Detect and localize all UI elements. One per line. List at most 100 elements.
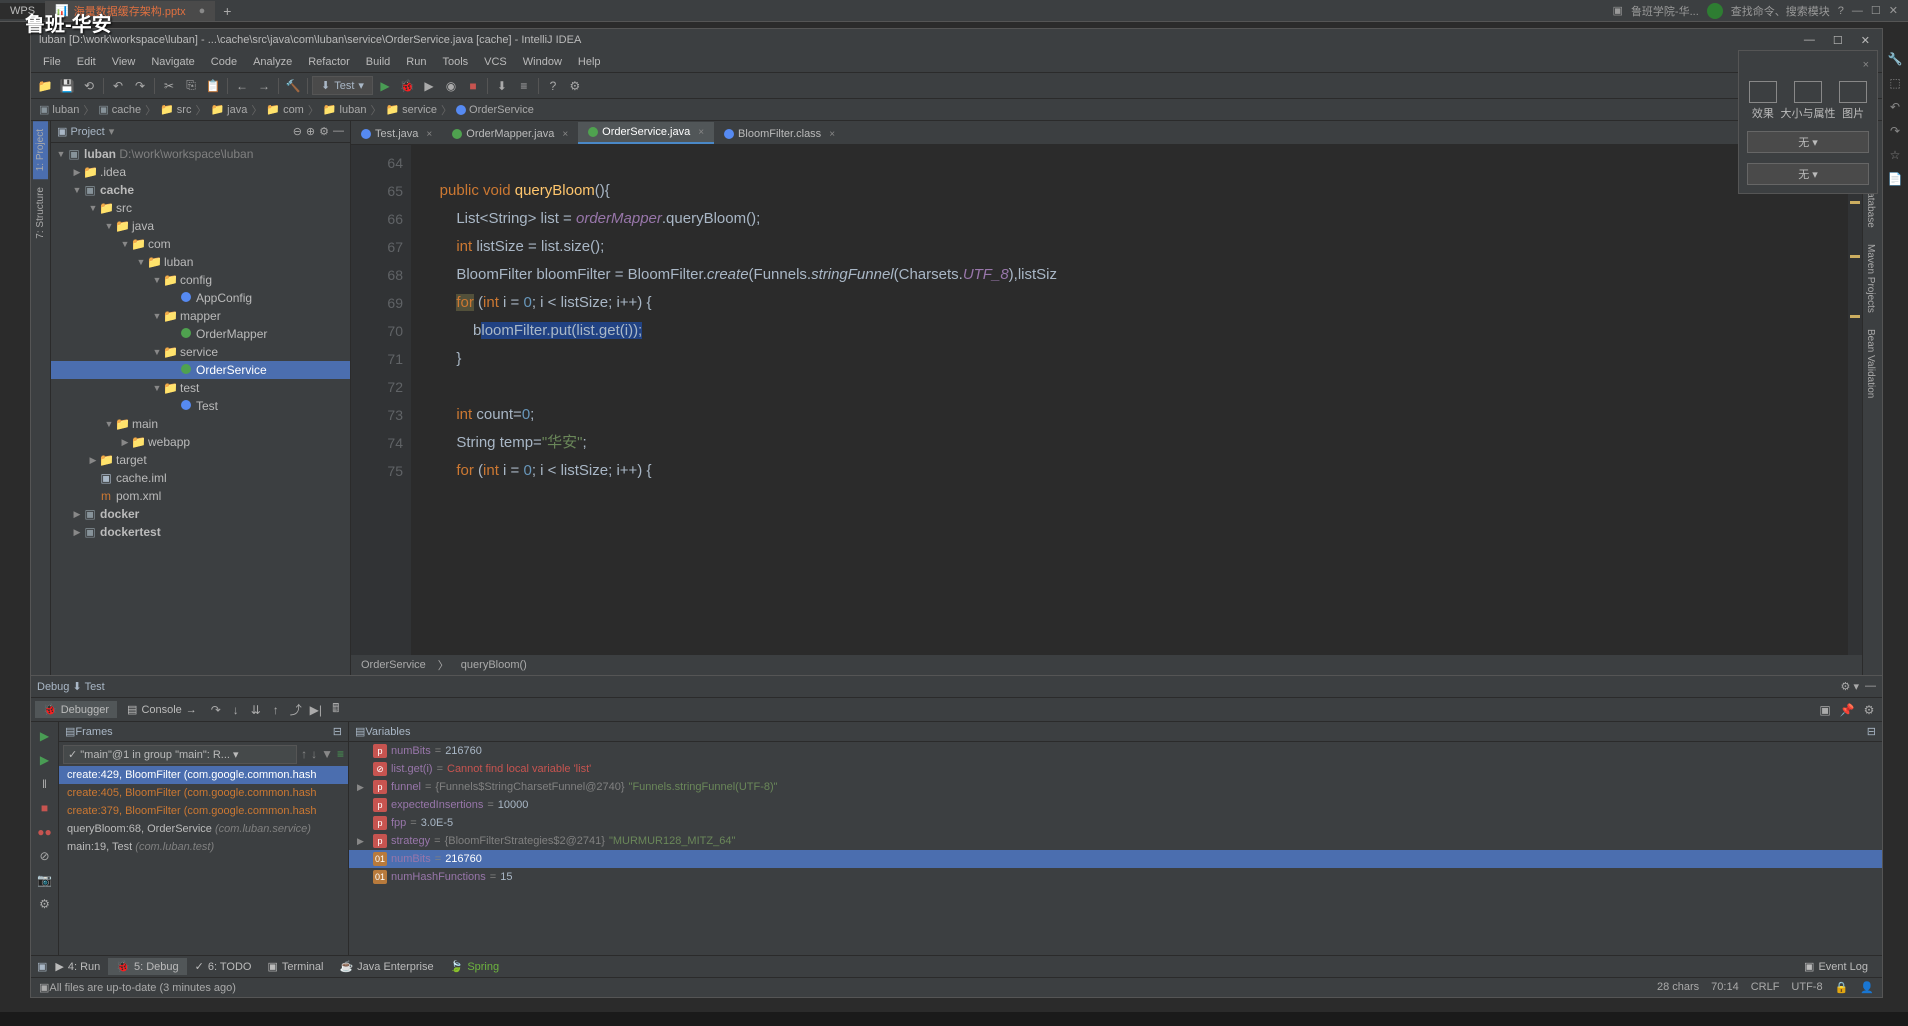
- help-icon[interactable]: ?: [1838, 5, 1844, 17]
- tree-appconfig[interactable]: AppConfig: [51, 289, 350, 307]
- var-item[interactable]: ⊘list.get(i) = Cannot find local variabl…: [349, 760, 1882, 778]
- pin-icon[interactable]: 📌: [1838, 701, 1856, 719]
- step-into-icon[interactable]: ↓: [227, 701, 245, 719]
- tool-icon[interactable]: 🔧: [1886, 50, 1904, 68]
- thread-selector[interactable]: ✓ "main"@1 in group "main": R... ▾: [63, 745, 297, 764]
- step-over-icon[interactable]: ↷: [207, 701, 225, 719]
- tree-java[interactable]: ▼📁java: [51, 217, 350, 235]
- minimize-icon[interactable]: —: [1852, 5, 1863, 17]
- tab-orderservice[interactable]: OrderService.java×: [578, 122, 714, 144]
- copy-icon[interactable]: ⎘: [181, 76, 201, 96]
- footer-method[interactable]: queryBloom(): [461, 659, 527, 671]
- menu-help[interactable]: Help: [570, 54, 609, 70]
- btn-eventlog[interactable]: ▣ Event Log: [1796, 958, 1876, 975]
- undo-icon[interactable]: ↶: [1886, 98, 1904, 116]
- tree-mapper[interactable]: ▼📁mapper: [51, 307, 350, 325]
- frame-item[interactable]: create:429, BloomFilter (com.google.comm…: [59, 766, 348, 784]
- minimize-icon[interactable]: —: [1800, 34, 1819, 47]
- pause-icon[interactable]: ‖: [35, 774, 55, 794]
- hide-icon[interactable]: —: [1865, 680, 1876, 693]
- close-icon[interactable]: ×: [698, 127, 704, 138]
- frame-item[interactable]: create:379, BloomFilter (com.google.comm…: [59, 802, 348, 820]
- status-crlf[interactable]: CRLF: [1751, 981, 1780, 994]
- editor-error-stripe[interactable]: [1848, 145, 1862, 655]
- add-tab-button[interactable]: +: [215, 3, 239, 19]
- build-icon[interactable]: 🔨: [283, 76, 303, 96]
- btn-debug[interactable]: 🐞 5: Debug: [108, 958, 186, 975]
- structure-icon[interactable]: ≡: [514, 76, 534, 96]
- breadcrumb-item[interactable]: ▣cache: [94, 103, 145, 116]
- doc-icon[interactable]: 📄: [1886, 170, 1904, 188]
- btn-run[interactable]: ▶ 4: Run: [47, 958, 108, 975]
- menu-edit[interactable]: Edit: [69, 54, 104, 70]
- btn-javaee[interactable]: ☕ Java Enterprise: [331, 958, 441, 975]
- undo-icon[interactable]: ↶: [108, 76, 128, 96]
- tool-structure[interactable]: 7: Structure: [33, 179, 48, 247]
- gear-icon[interactable]: ⚙: [319, 125, 329, 138]
- breadcrumb-item[interactable]: 📁java: [206, 103, 251, 116]
- gear-icon[interactable]: ⚙ ▾: [1841, 680, 1859, 693]
- run-config-selector[interactable]: ⬇ Test ▾: [312, 76, 373, 95]
- close-icon[interactable]: ×: [829, 129, 835, 140]
- tree-idea[interactable]: ▶📁.idea: [51, 163, 350, 181]
- tree-pom[interactable]: mpom.xml: [51, 487, 350, 505]
- breadcrumb-item[interactable]: ▣luban: [35, 103, 83, 116]
- menu-analyze[interactable]: Analyze: [245, 54, 300, 70]
- status-position[interactable]: 70:14: [1711, 981, 1739, 994]
- tree-test[interactable]: ▼📁test: [51, 379, 350, 397]
- mute-icon[interactable]: ⊘: [35, 846, 55, 866]
- btn-todo[interactable]: ✓ 6: TODO: [187, 958, 260, 975]
- collapse-icon[interactable]: ⊖: [293, 125, 302, 138]
- window-mode-icon[interactable]: ▣: [1613, 4, 1623, 17]
- image-button[interactable]: 图片: [1839, 81, 1867, 121]
- tree-dockertest[interactable]: ▶▣dockertest: [51, 523, 350, 541]
- star-icon[interactable]: ☆: [1886, 146, 1904, 164]
- profile-icon[interactable]: ◉: [441, 76, 461, 96]
- settings-icon[interactable]: ⚙: [1860, 701, 1878, 719]
- search-hint[interactable]: 查找命令、搜索模块: [1731, 3, 1830, 19]
- menu-view[interactable]: View: [104, 54, 144, 70]
- hide-icon[interactable]: —: [333, 125, 344, 138]
- dump-icon[interactable]: 📷: [35, 870, 55, 890]
- tool-window-icon[interactable]: ▣: [37, 960, 47, 973]
- tool-maven[interactable]: Maven Projects: [1863, 236, 1882, 321]
- breakpoints-icon[interactable]: ●●: [35, 822, 55, 842]
- hector-icon[interactable]: 👤: [1860, 981, 1874, 994]
- drop-frame-icon[interactable]: ⤴: [287, 701, 305, 719]
- var-item[interactable]: pnumBits = 216760: [349, 742, 1882, 760]
- settings-icon[interactable]: ⚙: [565, 76, 585, 96]
- settings-icon[interactable]: ⚙: [35, 894, 55, 914]
- tab-debugger[interactable]: 🐞 Debugger: [35, 701, 117, 718]
- var-item[interactable]: pfpp = 3.0E-5: [349, 814, 1882, 832]
- select-icon[interactable]: ⬚: [1886, 74, 1904, 92]
- back-icon[interactable]: ←: [232, 76, 252, 96]
- tree-webapp[interactable]: ▶📁webapp: [51, 433, 350, 451]
- maximize-icon[interactable]: ☐: [1829, 34, 1847, 47]
- close-icon[interactable]: ✕: [1889, 4, 1898, 17]
- editor-gutter[interactable]: 646566676869707172737475: [351, 145, 411, 655]
- os-taskbar[interactable]: [0, 1012, 1908, 1026]
- select-none-2[interactable]: 无 ▾: [1747, 163, 1869, 185]
- frame-item[interactable]: main:19, Test (com.luban.test): [59, 838, 348, 856]
- select-none-1[interactable]: 无 ▾: [1747, 131, 1869, 153]
- menu-code[interactable]: Code: [203, 54, 245, 70]
- frame-item[interactable]: create:405, BloomFilter (com.google.comm…: [59, 784, 348, 802]
- tree-docker[interactable]: ▶▣docker: [51, 505, 350, 523]
- tree-src[interactable]: ▼📁src: [51, 199, 350, 217]
- tree-main[interactable]: ▼📁main: [51, 415, 350, 433]
- effect-button[interactable]: 效果: [1749, 81, 1777, 121]
- size-prop-button[interactable]: 大小与属性: [1780, 81, 1835, 121]
- breadcrumb-item[interactable]: 📁src: [156, 103, 195, 116]
- layout-icon[interactable]: ▣: [1816, 701, 1834, 719]
- tree-ordermapper[interactable]: OrderMapper: [51, 325, 350, 343]
- debug-icon[interactable]: 🐞: [397, 76, 417, 96]
- vcs-icon[interactable]: ⬇: [492, 76, 512, 96]
- tree-test-class[interactable]: Test: [51, 397, 350, 415]
- help-icon[interactable]: ?: [543, 76, 563, 96]
- rerun-icon[interactable]: ▶: [35, 726, 55, 746]
- tab-bloomfilter[interactable]: BloomFilter.class×: [714, 124, 845, 144]
- tool-project[interactable]: 1: Project: [33, 121, 48, 179]
- menu-window[interactable]: Window: [515, 54, 570, 70]
- filter-icon[interactable]: ▼: [321, 747, 333, 761]
- menu-refactor[interactable]: Refactor: [300, 54, 358, 70]
